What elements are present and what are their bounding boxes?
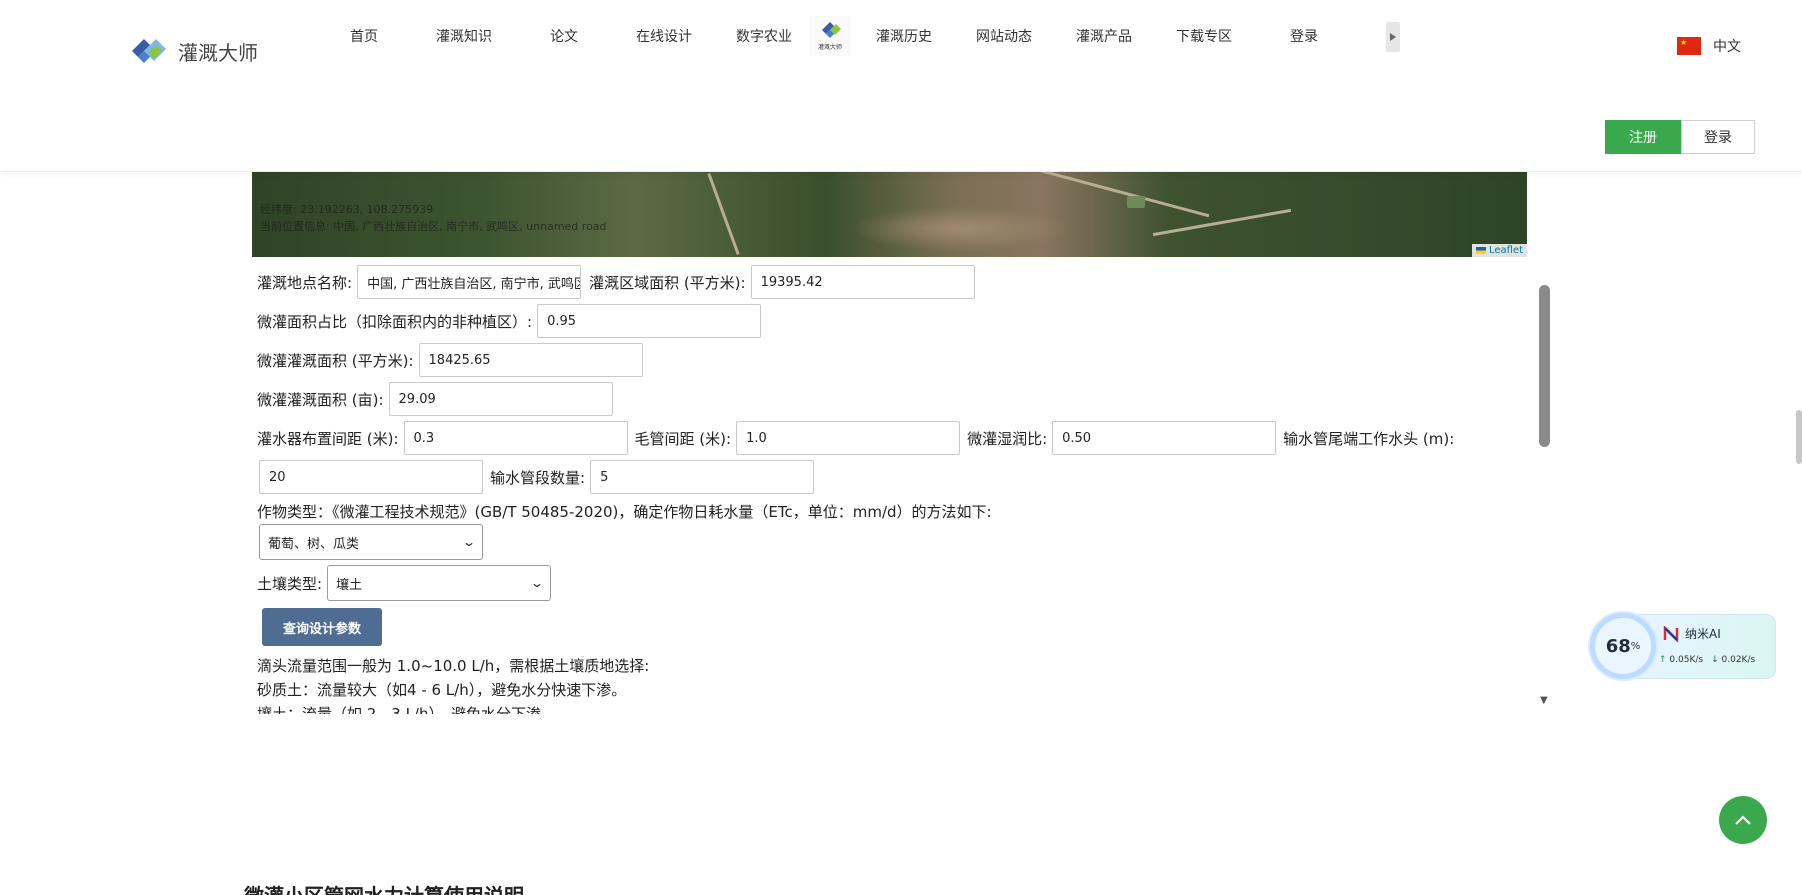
nav-item-news[interactable]: 网站动态	[976, 26, 1032, 46]
nav-scroll-right-icon[interactable]	[1386, 22, 1400, 52]
language-label: 中文	[1713, 39, 1741, 55]
micro-area-label: 微灌灌溉面积 (平方米):	[257, 351, 414, 370]
nav-item-digital-agriculture[interactable]: 数字农业	[736, 26, 792, 46]
map-attribution[interactable]: Leaflet	[1471, 244, 1527, 257]
crop-type-select[interactable]: 葡萄、树、瓜类 ⌄	[259, 524, 483, 560]
micro-area-input[interactable]: 18425.65	[418, 343, 643, 377]
map-location-info: 当前位置信息: 中国, 广西壮族自治区, 南宁市, 武鸣区, unnamed r…	[260, 220, 607, 233]
micro-mu-input[interactable]: 29.09	[388, 382, 613, 416]
ratio-label: 微灌面积占比（扣除面积内的非种植区）:	[257, 312, 533, 331]
micro-mu-label: 微灌灌溉面积 (亩):	[257, 390, 384, 409]
lateral-spacing-input[interactable]: 1.0	[736, 421, 961, 455]
register-button[interactable]: 注册	[1605, 120, 1681, 154]
leaflet-link[interactable]: Leaflet	[1489, 245, 1523, 256]
arrow-down-icon: ↓	[1711, 655, 1719, 665]
area-input[interactable]: 19395.42	[750, 265, 975, 299]
soil-type-selected: 壤土	[336, 577, 363, 593]
map-coordinates: 经纬度: 23.192263, 108.275939	[260, 203, 434, 216]
form-row-soil: 土壤类型: 壤土 ⌄	[257, 565, 552, 601]
emitter-spacing-label: 灌水器布置间距 (米):	[257, 429, 399, 448]
segment-count-label: 输水管段数量:	[490, 468, 586, 487]
chevron-up-icon	[1735, 815, 1751, 825]
desc-line: 滴头流量范围一般为 1.0~10.0 L/h，需根据土壤质地选择:	[257, 657, 650, 675]
end-head-input[interactable]: 20	[259, 460, 483, 494]
language-switcher[interactable]: ★ 中文	[1677, 36, 1741, 56]
crop-type-note: 作物类型：《微灌工程技术规范》(GB/T 50485-2020)，确定作物日耗水…	[257, 503, 992, 521]
chevron-down-icon: ⌄	[461, 535, 477, 549]
area-label: 灌溉区域面积 (平方米):	[589, 273, 746, 292]
nav-brand-badge[interactable]: 灌溉大师	[809, 16, 851, 56]
nav-item-home[interactable]: 首页	[350, 26, 378, 46]
map-road	[1152, 208, 1292, 237]
design-form-panel[interactable]: 经纬度: 23.192263, 108.275939 当前位置信息: 中国, 广…	[252, 171, 1553, 714]
ai-assistant-widget[interactable]: 纳米AI ↑ 0.05K/s ↓ 0.02K/s 68%	[1590, 613, 1776, 679]
nav-item-downloads[interactable]: 下载专区	[1176, 26, 1232, 46]
map-terrain	[852, 206, 1072, 251]
ai-title: 纳米AI	[1663, 624, 1721, 643]
form-row-crop: 葡萄、树、瓜类 ⌄	[257, 524, 483, 560]
soil-type-select[interactable]: 壤土 ⌄	[327, 565, 552, 601]
form-row-micro-mu: 微灌灌溉面积 (亩): 29.09	[257, 382, 613, 416]
scroll-down-arrow-icon[interactable]: ▼	[1540, 695, 1548, 706]
nav-item-online-design[interactable]: 在线设计	[636, 26, 692, 46]
form-row-head: 20 输水管段数量: 5	[257, 460, 815, 494]
memory-usage-gauge[interactable]: 68%	[1590, 613, 1656, 679]
ukraine-flag-icon	[1475, 247, 1486, 254]
map-road	[707, 173, 740, 255]
back-to-top-button[interactable]	[1719, 796, 1767, 844]
download-speed-value: 0.02K/s	[1721, 655, 1756, 665]
nav-item-login[interactable]: 登录	[1290, 26, 1318, 46]
site-name-label: 灌溉地点名称:	[257, 273, 353, 292]
nav-item-history[interactable]: 灌溉历史	[876, 26, 932, 46]
china-flag-icon: ★	[1677, 37, 1701, 55]
brand-name: 灌溉大师	[178, 40, 258, 65]
crop-note: 作物类型：《微灌工程技术规范》(GB/T 50485-2020)，确定作物日耗水…	[257, 501, 992, 522]
form-row-site: 灌溉地点名称: 中国, 广西壮族自治区, 南宁市, 武鸣区 灌溉区域面积 (平方…	[257, 265, 975, 299]
upload-speed: ↑ 0.05K/s	[1659, 655, 1703, 665]
ai-title-text: 纳米AI	[1685, 627, 1721, 641]
logo-diamond-icon	[130, 35, 168, 67]
form-row-micro-area: 微灌灌溉面积 (平方米): 18425.65	[257, 343, 643, 377]
gauge-percent: 68	[1605, 635, 1631, 657]
nav-item-papers[interactable]: 论文	[550, 26, 578, 46]
gauge-percent-sign: %	[1630, 640, 1641, 652]
crop-type-selected: 葡萄、树、瓜类	[268, 536, 360, 552]
badge-caption: 灌溉大师	[818, 43, 842, 51]
end-head-label: 输水管尾端工作水头 (m):	[1283, 429, 1455, 448]
soil-type-label: 土壤类型:	[257, 574, 323, 593]
wetting-ratio-label: 微灌湿润比:	[967, 429, 1048, 448]
panel-scrollbar-thumb[interactable]	[1539, 285, 1550, 447]
form-row-ratio: 微灌面积占比（扣除面积内的非种植区）: 0.95	[257, 304, 762, 338]
login-button[interactable]: 登录	[1681, 120, 1755, 154]
brand-logo[interactable]: 灌溉大师	[130, 35, 258, 67]
site-name-input[interactable]: 中国, 广西壮族自治区, 南宁市, 武鸣区	[357, 265, 582, 299]
emitter-spacing-input[interactable]: 0.3	[403, 421, 628, 455]
chevron-down-icon: ⌄	[529, 576, 545, 590]
lateral-spacing-label: 毛管间距 (米):	[634, 429, 732, 448]
section-title: 微灌小区管网水力计算使用说明	[244, 880, 524, 895]
download-speed: ↓ 0.02K/s	[1711, 655, 1755, 665]
desc-line: 壤土：流量（如 2 - 3 L/h），避免水分下渗。	[257, 705, 556, 714]
ratio-input[interactable]: 0.95	[537, 304, 762, 338]
network-speeds: ↑ 0.05K/s ↓ 0.02K/s	[1659, 655, 1755, 665]
nav-item-knowledge[interactable]: 灌溉知识	[436, 26, 492, 46]
wetting-ratio-input[interactable]: 0.50	[1052, 421, 1277, 455]
ai-logo-icon	[1663, 624, 1679, 643]
page-scrollbar-thumb[interactable]	[1796, 410, 1802, 464]
form-row-spacing: 灌水器布置间距 (米): 0.3 毛管间距 (米): 1.0 微灌湿润比: 0.…	[257, 421, 1459, 455]
arrow-up-icon: ↑	[1659, 655, 1667, 665]
query-design-params-button[interactable]: 查询设计参数	[262, 608, 382, 646]
segment-count-input[interactable]: 5	[590, 460, 815, 494]
upload-speed-value: 0.05K/s	[1669, 655, 1704, 665]
site-header: 灌溉大师 首页 灌溉知识 论文 在线设计 数字农业 灌溉历史 网站动态 灌溉产品…	[0, 0, 1802, 172]
satellite-map[interactable]: 经纬度: 23.192263, 108.275939 当前位置信息: 中国, 广…	[252, 171, 1527, 257]
badge-diamond-icon: 灌溉大师	[818, 22, 842, 51]
nav-item-products[interactable]: 灌溉产品	[1076, 26, 1132, 46]
desc-line: 砂质土：流量较大（如4 - 6 L/h），避免水分快速下渗。	[257, 681, 627, 699]
map-pond	[1127, 196, 1145, 208]
